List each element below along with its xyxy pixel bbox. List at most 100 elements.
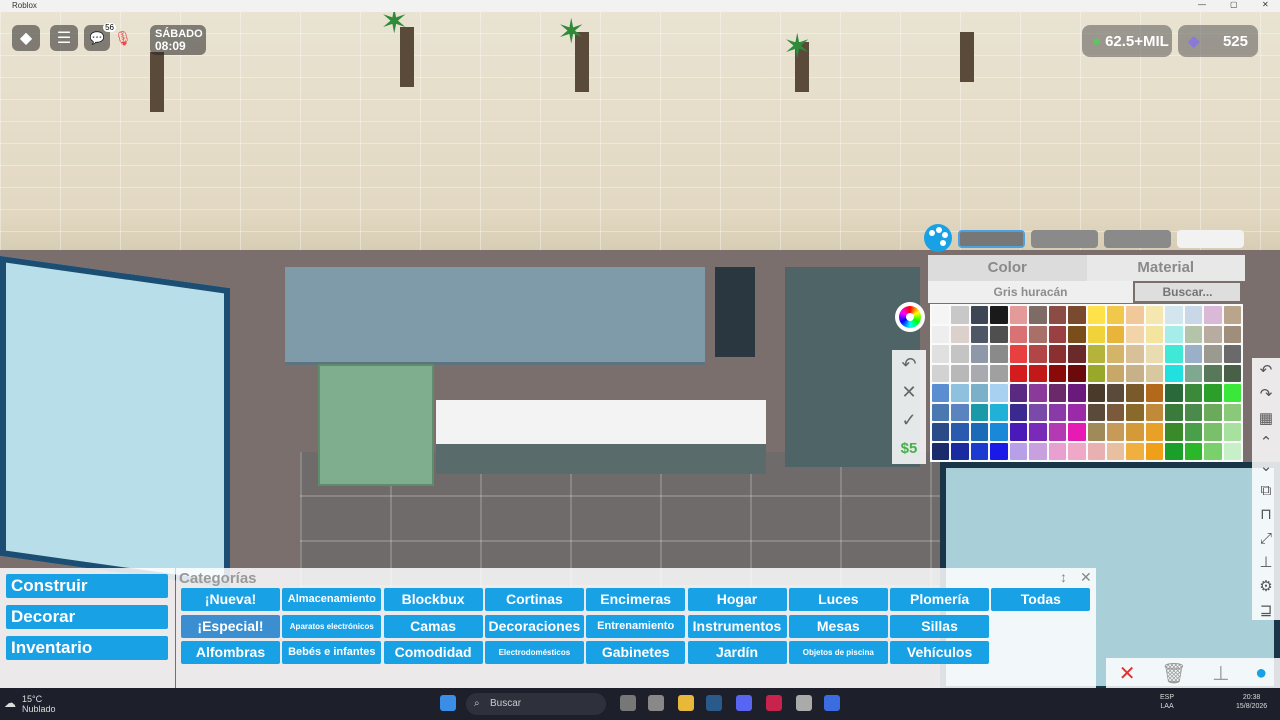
color-swatch[interactable] [1204,306,1222,324]
color-swatch[interactable] [1165,325,1183,343]
color-swatch[interactable] [970,306,989,324]
settings-app-icon[interactable] [796,695,812,711]
category-button[interactable]: Objetos de piscina [788,641,888,664]
category-button[interactable]: ¡Nueva! [181,588,280,611]
color-swatch[interactable] [1126,345,1144,363]
color-swatch[interactable] [990,364,1008,382]
color-swatch[interactable] [1126,325,1144,343]
color-swatch[interactable] [1223,442,1241,460]
color-swatch[interactable] [1184,442,1203,460]
resize-button[interactable]: ⤢ [1252,526,1280,550]
color-swatch[interactable] [1184,403,1203,421]
color-swatch[interactable] [970,423,989,441]
color-swatch[interactable] [1048,325,1067,343]
color-swatch[interactable] [1106,384,1125,402]
category-button[interactable]: Jardín [687,641,787,664]
color-swatch[interactable] [932,325,950,343]
color-swatch[interactable] [1145,423,1164,441]
color-swatch[interactable] [1204,384,1222,402]
color-swatch[interactable] [1048,306,1067,324]
color-swatch[interactable] [970,403,989,421]
color-swatch[interactable] [1126,384,1144,402]
color-swatch[interactable] [951,325,969,343]
delete-button[interactable]: 🗑 [1161,661,1186,686]
cancel-color-button[interactable]: ✕ [892,378,926,406]
color-swatch[interactable] [1106,325,1125,343]
color-swatch[interactable] [932,384,950,402]
category-button[interactable]: Electrodomésticos [484,641,584,664]
category-button[interactable]: Luces [788,588,888,611]
decorar-button[interactable]: Decorar [6,605,168,629]
color-swatch[interactable] [990,423,1008,441]
category-button[interactable]: Camas [383,614,483,638]
category-button[interactable]: Cortinas [484,588,584,611]
color-swatch[interactable] [1204,403,1222,421]
color-swatch[interactable] [1048,442,1067,460]
color-swatch[interactable] [1223,403,1241,421]
color-swatch[interactable] [1106,442,1125,460]
color-swatch[interactable] [1165,306,1183,324]
range-hood[interactable] [715,267,755,357]
start-button[interactable] [440,695,456,711]
color-swatch[interactable] [1068,364,1086,382]
color-swatch[interactable] [1126,364,1144,382]
color-slot-3[interactable] [1104,230,1171,248]
color-swatch[interactable] [990,306,1008,324]
color-swatch[interactable] [1204,423,1222,441]
move-up-button[interactable]: ⌃ [1252,430,1280,454]
color-swatch[interactable] [1165,442,1183,460]
color-swatch[interactable] [1184,423,1203,441]
confirm-color-button[interactable]: ✓ [892,406,926,434]
color-swatch[interactable] [1068,345,1086,363]
taskbar-search[interactable]: ⌕ Buscar [466,693,606,715]
color-swatch[interactable] [990,442,1008,460]
color-swatch[interactable] [1068,306,1086,324]
color-swatch[interactable] [970,345,989,363]
category-button[interactable]: Aparatos electrónicos [282,614,382,638]
color-swatch[interactable] [1068,384,1086,402]
color-search-input[interactable] [1135,283,1240,301]
color-swatch[interactable] [1145,306,1164,324]
color-swatch[interactable] [1087,306,1105,324]
category-button[interactable]: Hogar [687,588,787,611]
color-swatch[interactable] [1126,403,1144,421]
cancel-build-button[interactable]: ✕ [1119,661,1136,686]
color-swatch[interactable] [1165,384,1183,402]
color-swatch[interactable] [970,325,989,343]
opera-icon[interactable] [766,695,782,711]
settings-button[interactable]: ⚙ [1252,574,1280,598]
close-panel-icon[interactable]: ✕ [1080,569,1092,586]
color-swatch[interactable] [951,403,969,421]
task-view-icon[interactable] [620,695,636,711]
color-swatch[interactable] [1029,325,1047,343]
redo-button[interactable]: ↷ [1252,382,1280,406]
color-swatch[interactable] [1223,306,1241,324]
color-swatch[interactable] [1106,345,1125,363]
category-button[interactable]: Instrumentos [687,614,787,638]
close-window-icon[interactable]: ✕ [1262,0,1269,9]
color-swatch[interactable] [1145,325,1164,343]
color-swatch[interactable] [951,364,969,382]
mic-muted-button[interactable]: 🎙 [112,25,134,51]
color-swatch[interactable] [932,345,950,363]
minimize-icon[interactable]: — [1198,0,1206,9]
maximize-icon[interactable]: ▢ [1230,0,1238,9]
color-swatch[interactable] [1009,423,1028,441]
color-swatch[interactable] [1126,423,1144,441]
color-swatch[interactable] [1048,423,1067,441]
category-button[interactable]: Vehículos [890,641,990,664]
color-swatch[interactable] [1165,403,1183,421]
color-swatch[interactable] [1009,345,1028,363]
color-swatch[interactable] [1145,403,1164,421]
category-button[interactable]: Sillas [890,614,990,638]
color-slot-1[interactable] [958,230,1025,248]
color-swatch[interactable] [1184,384,1203,402]
color-swatch[interactable] [1145,345,1164,363]
color-swatch[interactable] [1048,384,1067,402]
color-swatch[interactable] [1106,423,1125,441]
color-swatch[interactable] [1087,325,1105,343]
color-swatch[interactable] [1165,423,1183,441]
color-swatch[interactable] [990,345,1008,363]
color-swatch[interactable] [1145,384,1164,402]
copy-button[interactable]: ⧉ [1252,478,1280,502]
